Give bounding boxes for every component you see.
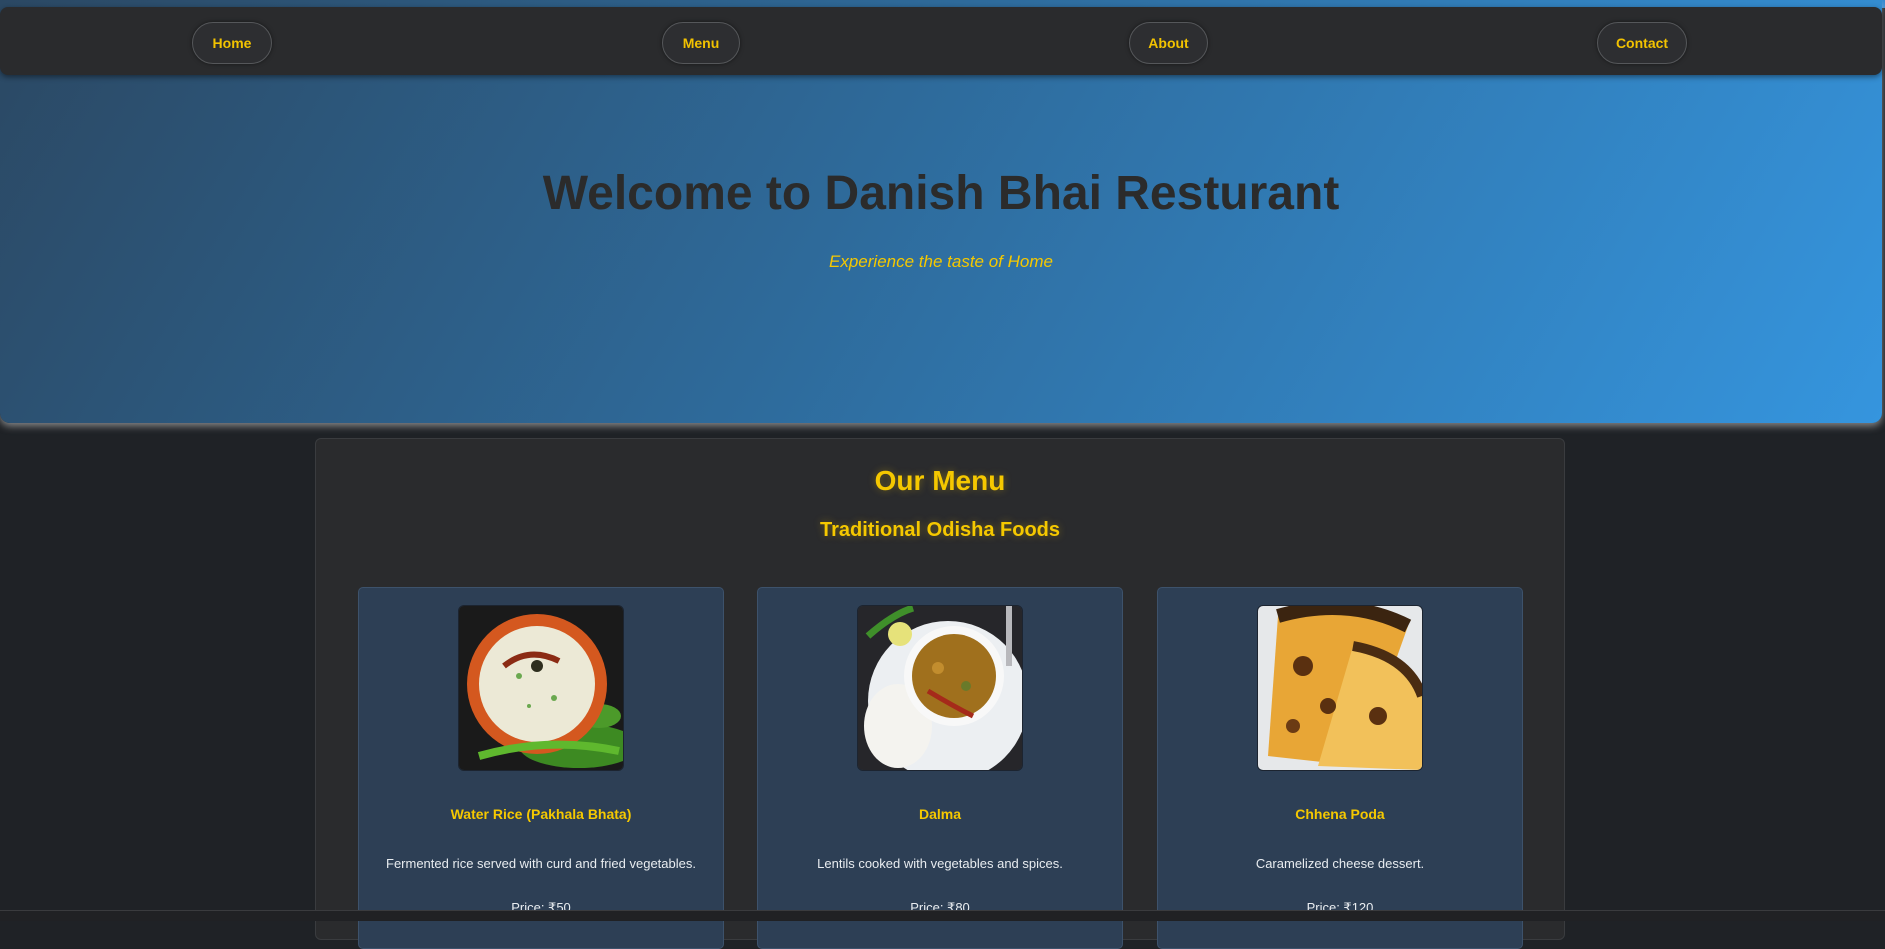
- nav-menu-button[interactable]: Menu: [662, 22, 740, 64]
- menu-card-dalma[interactable]: Dalma Lentils cooked with vegetables and…: [757, 587, 1123, 949]
- menu-section: Our Menu Traditional Odisha Foods Water …: [315, 438, 1565, 949]
- menu-item-name: Dalma: [918, 806, 962, 822]
- top-navigation: Home Menu About Contact: [0, 7, 1882, 75]
- dalma-image: [857, 605, 1023, 771]
- nav-home-button[interactable]: Home: [192, 22, 272, 64]
- menu-item-description: Caramelized cheese dessert.: [1255, 856, 1425, 871]
- menu-title: Our Menu: [874, 465, 1006, 496]
- menu-subtitle: Traditional Odisha Foods: [819, 519, 1061, 541]
- menu-item-name: Water Rice (Pakhala Bhata): [450, 806, 632, 822]
- hero-subtitle: Experience the taste of Home: [829, 252, 1053, 271]
- nav-contact-button[interactable]: Contact: [1597, 22, 1687, 64]
- menu-card-pakhala[interactable]: Water Rice (Pakhala Bhata) Fermented ric…: [358, 587, 724, 949]
- hero-title: Welcome to Danish Bhai Resturant: [542, 167, 1340, 220]
- menu-item-description: Fermented rice served with curd and frie…: [386, 856, 696, 871]
- pakhala-image: [458, 605, 624, 771]
- chhena-poda-image: [1257, 605, 1423, 771]
- menu-card-chhena-poda[interactable]: Chhena Poda Caramelized cheese dessert. …: [1157, 587, 1523, 949]
- nav-about-button[interactable]: About: [1129, 22, 1208, 64]
- menu-item-name: Chhena Poda: [1295, 806, 1385, 822]
- menu-item-description: Lentils cooked with vegetables and spice…: [817, 856, 1063, 871]
- bottom-bar: [0, 910, 1885, 921]
